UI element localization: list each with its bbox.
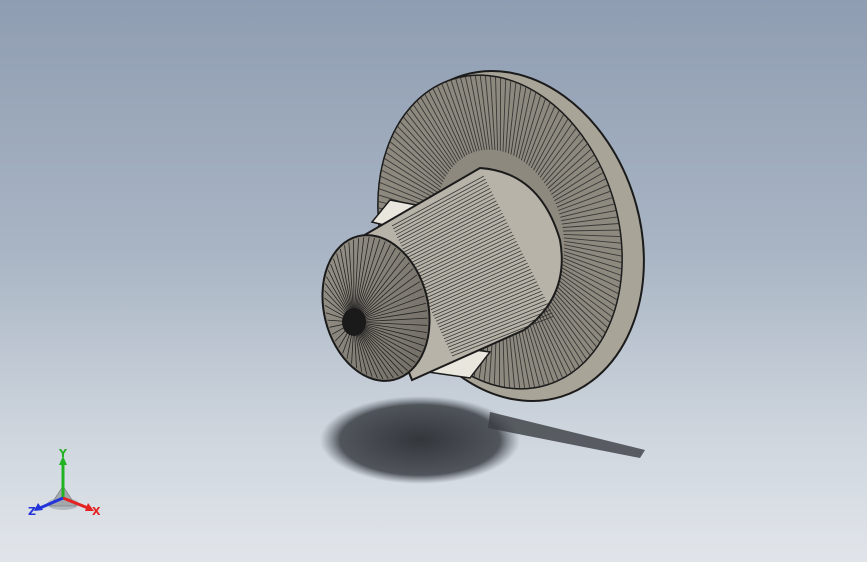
axis-triad: Y X Z: [26, 448, 106, 520]
y-axis-label: Y: [59, 447, 67, 460]
model-shadow: [320, 396, 645, 484]
x-axis-label: X: [92, 505, 101, 518]
graphics-area[interactable]: Y X Z: [0, 0, 867, 562]
3d-model-view[interactable]: [0, 0, 867, 562]
z-axis-label: Z: [28, 505, 36, 518]
